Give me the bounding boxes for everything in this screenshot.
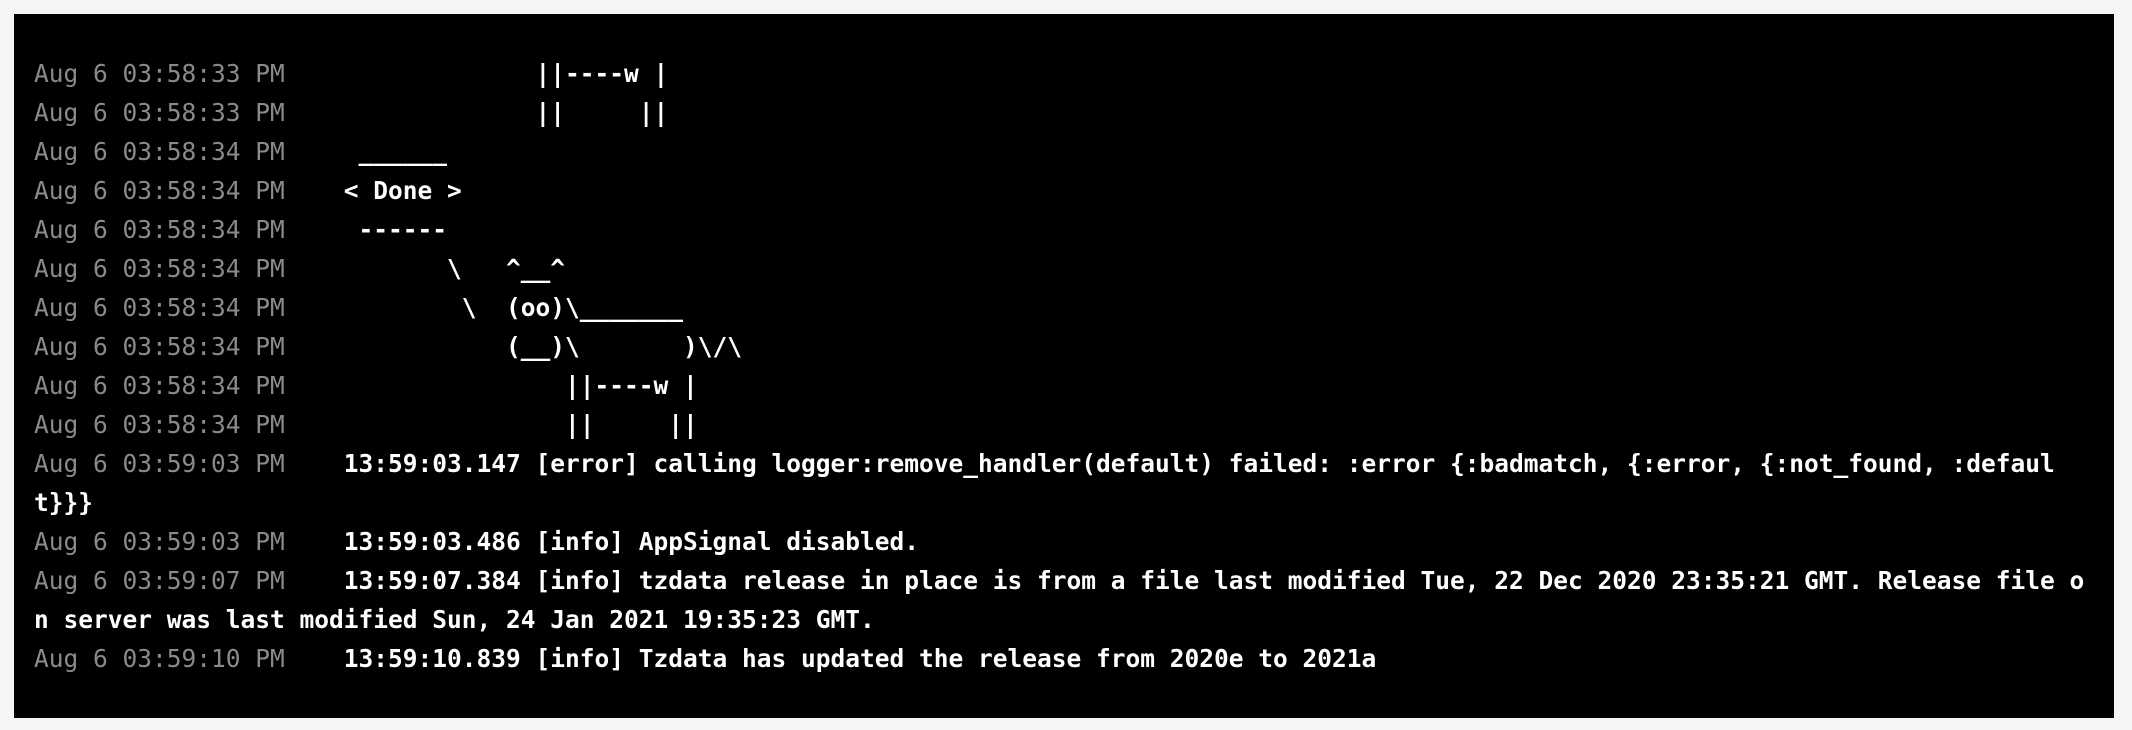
log-line: Aug 6 03:58:34 PM || || [34, 405, 2094, 444]
log-line: Aug 6 03:58:33 PM || || [34, 93, 2094, 132]
log-line: Aug 6 03:58:34 PM ------ [34, 210, 2094, 249]
log-timestamp: Aug 6 03:58:34 PM [34, 332, 285, 361]
log-line: Aug 6 03:58:34 PM ||----w | [34, 366, 2094, 405]
log-timestamp: Aug 6 03:59:03 PM [34, 527, 285, 556]
log-line: Aug 6 03:59:03 PM 13:59:03.486 [info] Ap… [34, 522, 2094, 561]
log-message: ______ [329, 137, 448, 166]
log-timestamp: Aug 6 03:58:33 PM [34, 59, 285, 88]
log-line: Aug 6 03:58:34 PM ______ [34, 132, 2094, 171]
log-message: ||----w | [329, 371, 698, 400]
log-message: ------ [329, 215, 448, 244]
log-timestamp: Aug 6 03:58:34 PM [34, 254, 285, 283]
log-message: ||----w | [329, 59, 669, 88]
log-message: \ ^__^ [329, 254, 566, 283]
log-line: Aug 6 03:59:03 PM 13:59:03.147 [error] c… [34, 444, 2094, 522]
log-line: Aug 6 03:59:07 PM 13:59:07.384 [info] tz… [34, 561, 2094, 639]
log-line: Aug 6 03:58:33 PM ||----w | [34, 54, 2094, 93]
log-line: Aug 6 03:58:34 PM \ (oo)\_______ [34, 288, 2094, 327]
log-timestamp: Aug 6 03:58:34 PM [34, 410, 285, 439]
log-line: Aug 6 03:58:34 PM (__)\ )\/\ [34, 327, 2094, 366]
log-line: Aug 6 03:58:34 PM < Done > [34, 171, 2094, 210]
log-timestamp: Aug 6 03:59:10 PM [34, 644, 285, 673]
log-timestamp: Aug 6 03:58:34 PM [34, 176, 285, 205]
log-message: || || [329, 410, 698, 439]
log-message: || || [329, 98, 669, 127]
log-output-panel[interactable]: Aug 6 03:58:33 PM ||----w | Aug 6 03:58:… [14, 14, 2114, 718]
log-message: \ (oo)\_______ [329, 293, 684, 322]
log-message: < Done > [329, 176, 462, 205]
log-timestamp: Aug 6 03:58:34 PM [34, 137, 285, 166]
log-message: 13:59:03.147 [error] calling logger:remo… [34, 449, 2055, 517]
log-line: Aug 6 03:59:10 PM 13:59:10.839 [info] Tz… [34, 639, 2094, 678]
log-message: (__)\ )\/\ [329, 332, 743, 361]
log-timestamp: Aug 6 03:58:34 PM [34, 215, 285, 244]
log-timestamp: Aug 6 03:58:34 PM [34, 371, 285, 400]
log-timestamp: Aug 6 03:59:07 PM [34, 566, 285, 595]
log-timestamp: Aug 6 03:58:34 PM [34, 293, 285, 322]
log-timestamp: Aug 6 03:58:33 PM [34, 98, 285, 127]
log-message: 13:59:03.486 [info] AppSignal disabled. [329, 527, 920, 556]
log-line: Aug 6 03:58:34 PM \ ^__^ [34, 249, 2094, 288]
log-message: 13:59:07.384 [info] tzdata release in pl… [34, 566, 2085, 634]
log-message: 13:59:10.839 [info] Tzdata has updated t… [329, 644, 1377, 673]
log-timestamp: Aug 6 03:59:03 PM [34, 449, 285, 478]
